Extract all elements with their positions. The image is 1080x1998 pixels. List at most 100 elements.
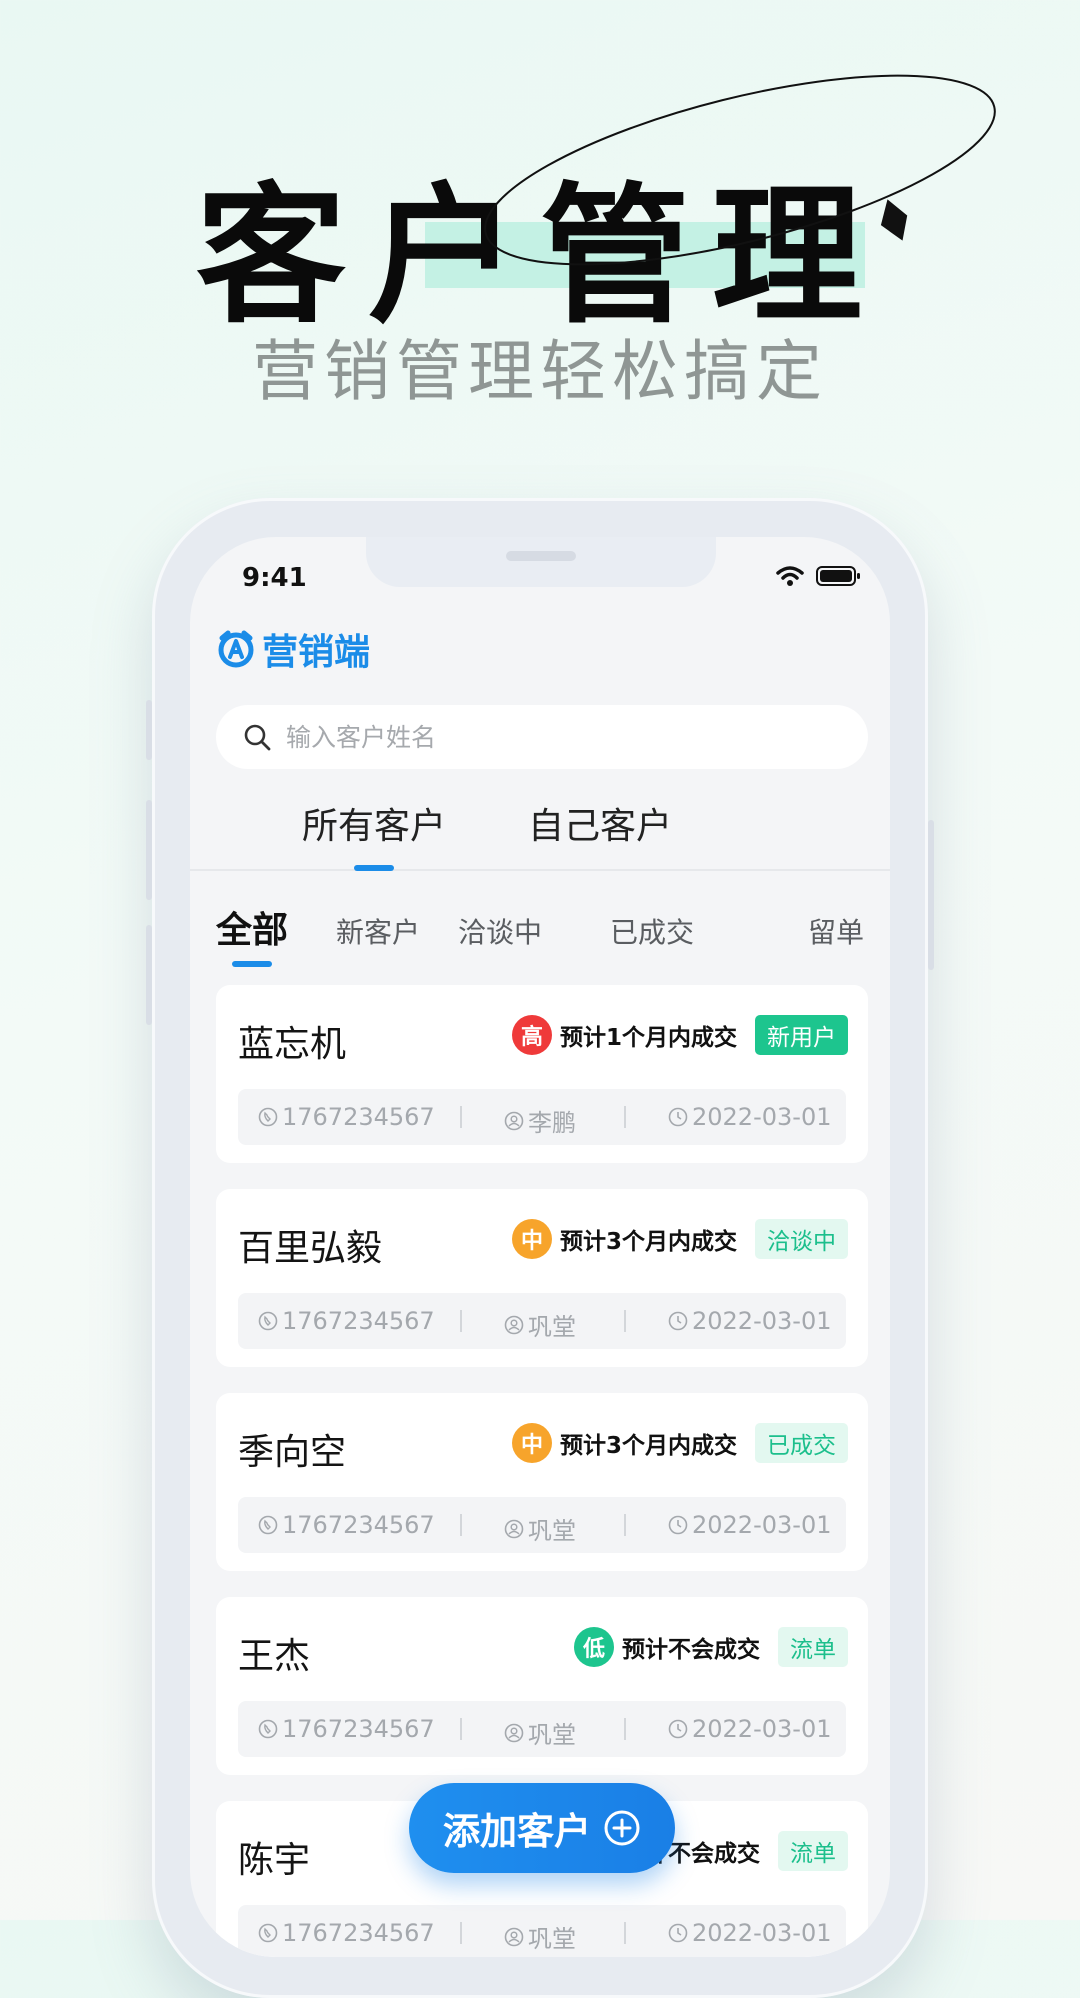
customer-info-bar: 1767234567 巩堂 2022-03-01 — [238, 1293, 846, 1349]
status-badge: 新用户 — [755, 1015, 848, 1055]
customer-name: 季向空 — [238, 1432, 347, 1473]
phone-number: 1767234567 — [282, 1919, 435, 1947]
phone-info[interactable]: 1767234567 — [258, 1715, 435, 1743]
app-name: 营销端 — [262, 632, 371, 673]
date-info: 2022-03-01 — [668, 1919, 831, 1947]
date-info: 2022-03-01 — [668, 1307, 831, 1335]
status-icons — [776, 565, 862, 587]
created-date: 2022-03-01 — [692, 1715, 832, 1743]
phone-icon — [258, 1719, 278, 1739]
customer-name: 蓝忘机 — [238, 1024, 347, 1065]
filter-label: 留单 — [808, 916, 865, 949]
filter-label: 已成交 — [610, 916, 695, 949]
hero-subtitle: 营销管理轻松搞定 — [252, 333, 828, 410]
filter-all[interactable]: 全部 — [216, 901, 289, 967]
clock-icon — [668, 1107, 688, 1127]
search-bar[interactable] — [216, 705, 868, 769]
phone-side-button — [146, 700, 152, 760]
expected-close: 预计3个月内成交 — [559, 1433, 737, 1459]
filter-closed[interactable]: 已成交 — [610, 911, 694, 951]
owner-info: 巩堂 — [504, 1715, 576, 1750]
customer-card[interactable]: 王杰 低 预计不会成交 流单 1767234567 巩堂 2022-03-01 — [216, 1597, 868, 1775]
created-date: 2022-03-01 — [692, 1103, 832, 1131]
customer-info-bar: 1767234567 李鹏 2022-03-01 — [238, 1089, 846, 1145]
filter-negotiating[interactable]: 洽谈中 — [458, 911, 542, 951]
status-filter-row: 全部 新客户 洽谈中 已成交 留单 — [190, 895, 890, 967]
phone-side-button — [928, 820, 934, 970]
expected-close: 预计3个月内成交 — [559, 1229, 737, 1255]
tab-all-customers[interactable]: 所有客户 — [302, 797, 446, 871]
expected-close: 预计不会成交 — [622, 1637, 760, 1663]
user-icon — [504, 1723, 524, 1742]
phone-screen: 9:41 营销端 所有客户 自己客户 — [190, 537, 890, 1957]
owner-name: 巩堂 — [528, 1517, 576, 1545]
orbit-decoration — [484, 74, 996, 266]
priority-badge: 低 — [574, 1627, 614, 1667]
phone-info[interactable]: 1767234567 — [258, 1919, 435, 1947]
divider — [624, 1922, 626, 1944]
tab-label: 自己客户 — [528, 806, 673, 847]
add-customer-label: 添加客户 — [443, 1810, 591, 1853]
add-customer-button[interactable]: 添加客户 — [409, 1783, 675, 1873]
app-logo: 营销端 — [216, 623, 370, 675]
date-info: 2022-03-01 — [668, 1511, 831, 1539]
customer-info-bar: 1767234567 巩堂 2022-03-01 — [238, 1905, 846, 1957]
priority-badge: 中 — [511, 1219, 552, 1259]
customer-tags: 中 预计3个月内成交 洽谈中 — [511, 1219, 848, 1259]
phone-icon — [258, 1311, 278, 1331]
clock-icon — [668, 1311, 688, 1331]
customer-card[interactable]: 季向空 中 预计3个月内成交 已成交 1767234567 巩堂 2022-03… — [216, 1393, 868, 1571]
status-badge: 流单 — [778, 1627, 848, 1667]
owner-name: 巩堂 — [528, 1313, 576, 1341]
created-date: 2022-03-01 — [692, 1511, 832, 1539]
customer-info-bar: 1767234567 巩堂 2022-03-01 — [238, 1497, 846, 1553]
user-icon — [504, 1519, 524, 1538]
customer-tags: 低 预计不会成交 流单 — [574, 1627, 848, 1667]
phone-info[interactable]: 1767234567 — [258, 1103, 435, 1131]
owner-info: 巩堂 — [504, 1307, 576, 1342]
phone-icon — [258, 1923, 278, 1943]
owner-name: 李鹏 — [528, 1109, 576, 1137]
wifi-icon — [776, 566, 804, 586]
speaker — [506, 551, 576, 561]
user-icon — [504, 1111, 524, 1130]
phone-info[interactable]: 1767234567 — [258, 1307, 435, 1335]
expected-close: 预计1个月内成交 — [559, 1025, 737, 1051]
status-time: 9:41 — [242, 563, 307, 593]
customer-card[interactable]: 百里弘毅 中 预计3个月内成交 洽谈中 1767234567 巩堂 2022-0… — [216, 1189, 868, 1367]
phone-number: 1767234567 — [282, 1307, 435, 1335]
app-logo-icon — [218, 630, 254, 668]
divider — [460, 1718, 462, 1740]
status-badge: 已成交 — [755, 1423, 848, 1463]
plus-circle-icon — [604, 1810, 640, 1846]
phone-icon — [258, 1107, 278, 1127]
user-icon — [504, 1927, 524, 1946]
priority-badge: 高 — [511, 1015, 552, 1055]
filter-label: 全部 — [216, 910, 289, 951]
divider — [460, 1310, 462, 1332]
divider — [624, 1514, 626, 1536]
status-badge: 流单 — [778, 1831, 848, 1871]
phone-number: 1767234567 — [282, 1511, 435, 1539]
customer-tags: 高 预计1个月内成交 新用户 — [511, 1015, 848, 1055]
customer-name: 陈宇 — [238, 1840, 311, 1881]
divider — [624, 1718, 626, 1740]
owner-name: 巩堂 — [528, 1721, 576, 1749]
priority-badge: 中 — [511, 1423, 552, 1463]
customer-card[interactable]: 蓝忘机 高 预计1个月内成交 新用户 1767234567 李鹏 2022-03… — [216, 985, 868, 1163]
clock-icon — [668, 1515, 688, 1535]
divider — [460, 1514, 462, 1536]
search-icon — [242, 722, 272, 752]
owner-info: 巩堂 — [504, 1511, 576, 1546]
owner-info: 李鹏 — [504, 1103, 576, 1138]
phone-side-button — [146, 925, 152, 1025]
tab-my-customers[interactable]: 自己客户 — [528, 797, 672, 849]
divider — [624, 1106, 626, 1128]
clock-icon — [668, 1719, 688, 1739]
search-input[interactable] — [284, 721, 788, 753]
date-info: 2022-03-01 — [668, 1715, 831, 1743]
phone-info[interactable]: 1767234567 — [258, 1511, 435, 1539]
filter-new-customer[interactable]: 新客户 — [336, 911, 420, 951]
filter-lost[interactable]: 留单 — [808, 911, 864, 951]
phone-number: 1767234567 — [282, 1103, 435, 1131]
